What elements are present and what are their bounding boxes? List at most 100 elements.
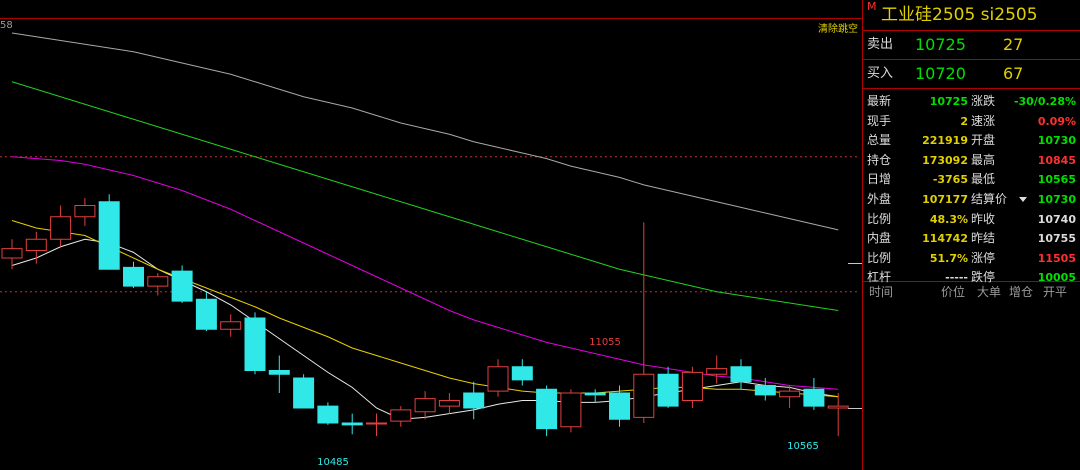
candle-body [706,368,728,375]
candle-body [268,370,290,375]
quote-label: 速涨 [971,113,996,128]
low-price-label: 10485 [317,457,349,468]
quote-value: 173092 [922,153,968,167]
sell-label: 卖出 [867,37,894,52]
quote-label: 日增 [867,172,892,187]
tick-header-open-close: 开平 [1043,285,1068,299]
candle-body [487,366,509,392]
candle-body [609,392,630,420]
candle-body [779,390,801,398]
high-price-label: 11055 [589,337,621,348]
last-low-price-label: 10565 [787,441,819,452]
candlestick-chart[interactable]: 11055 10485 10565 [0,0,862,470]
candle-body [123,266,144,287]
quote-row: 日增 -3765 最低 10565 [863,170,1080,190]
quote-value: 10565 [1037,173,1076,187]
contract-title: M 工业硅2505 si2505 [863,0,1080,31]
candle-body [657,373,679,407]
tick-header: 时间 价位 大单 增仓 开平 [863,282,1080,302]
quote-row: 内盘 114742 昨结 10755 [863,229,1080,249]
quote-value: 10845 [1037,153,1076,167]
candle-body [293,377,315,409]
tick-header-price: 价位 [941,285,966,299]
price-marker-upper [848,263,862,264]
buy-volume: 67 [1003,64,1024,83]
quote-row: 外盘 107177 结算价 10730 [863,190,1080,210]
quote-value: 51.7% [929,251,968,265]
quote-value: 10730 [1037,192,1076,206]
candle-body [147,276,169,287]
candle-body [98,201,120,270]
quote-value: 11505 [1037,251,1076,265]
candle-body [536,388,558,430]
contract-name: 工业硅2505 si2505 [881,5,1038,25]
quote-value: 10755 [1037,232,1076,246]
candle-body [74,205,96,218]
candle-body [463,392,485,409]
quote-value: 221919 [922,134,968,148]
candle-body [195,298,217,330]
candle-body [341,422,363,426]
candle-body [584,392,606,396]
buy-label: 买入 [867,66,894,81]
candle-body [681,371,703,401]
quote-row: 现手 2 速涨 0.09% [863,112,1080,132]
candle-body [438,400,460,407]
quote-label: 最高 [971,152,996,167]
quote-label: 最新 [867,94,892,108]
quote-label: 比例 [867,250,892,265]
quote-value: 10725 [929,95,968,108]
quote-label: 总量 [867,133,892,148]
quote-row: 比例 48.3% 昨收 10740 [863,210,1080,230]
quote-label: 昨结 [971,231,996,246]
candle-body [366,422,387,425]
candle-body [730,366,752,383]
quote-value: 10730 [1037,134,1076,148]
quote-panel: M 工业硅2505 si2505 卖出 10725 27 买入 10720 67… [862,0,1080,470]
candle-body [390,409,412,422]
candle-body [50,216,72,240]
candle-body [171,270,193,302]
quote-label: 结算价 [971,191,1008,206]
buy-row[interactable]: 买入 10720 67 [863,60,1080,89]
quote-value: 48.3% [929,212,968,226]
quote-table: 最新 10725 涨跌 -30/0.28% 现手 2 速涨 0.09% 总量 221919 开盘 10… [863,89,1080,284]
candle-body [754,385,776,396]
quote-row: 比例 51.7% 涨停 11505 [863,249,1080,269]
quote-label: 持仓 [867,152,892,167]
tick-header-big-order: 大单 [977,285,1002,299]
quote-label: 内盘 [867,231,892,246]
candle-body [317,405,339,424]
candle-body [560,392,582,428]
candle-body [244,317,266,371]
quote-row: 最新 10725 涨跌 -30/0.28% [863,92,1080,112]
quote-label: 现手 [867,113,892,128]
candle-body [25,238,47,251]
quote-label: 外盘 [867,191,892,206]
candle-body [827,405,849,409]
quote-value: -30/0.28% [1013,95,1076,108]
quote-label: 最低 [971,172,996,187]
dropdown-icon[interactable] [1019,196,1027,202]
clear-gap-button[interactable]: 清除跳空 [818,20,858,35]
quote-value: 107177 [922,192,968,206]
candle-body [220,321,242,330]
quote-value: -3765 [932,173,968,187]
tick-header-oi-change: 增仓 [1009,285,1034,299]
candle-body [414,398,436,413]
candle-body [1,248,23,259]
quote-label: 开盘 [971,133,996,148]
quote-label: 涨跌 [971,94,996,108]
price-marker-lower [848,408,862,409]
quote-row: 持仓 173092 最高 10845 [863,151,1080,171]
candle-body [633,373,655,418]
m-icon[interactable]: M [867,0,877,22]
candle-body [511,366,533,381]
chart-top-left-label: 58 [0,20,13,31]
sell-price: 10725 [915,35,966,54]
tick-header-time: 时间 [869,285,894,299]
quote-value: 0.09% [1037,114,1076,128]
quote-label: 涨停 [971,250,996,265]
buy-price: 10720 [915,64,966,83]
sell-row[interactable]: 卖出 10725 27 [863,31,1080,60]
